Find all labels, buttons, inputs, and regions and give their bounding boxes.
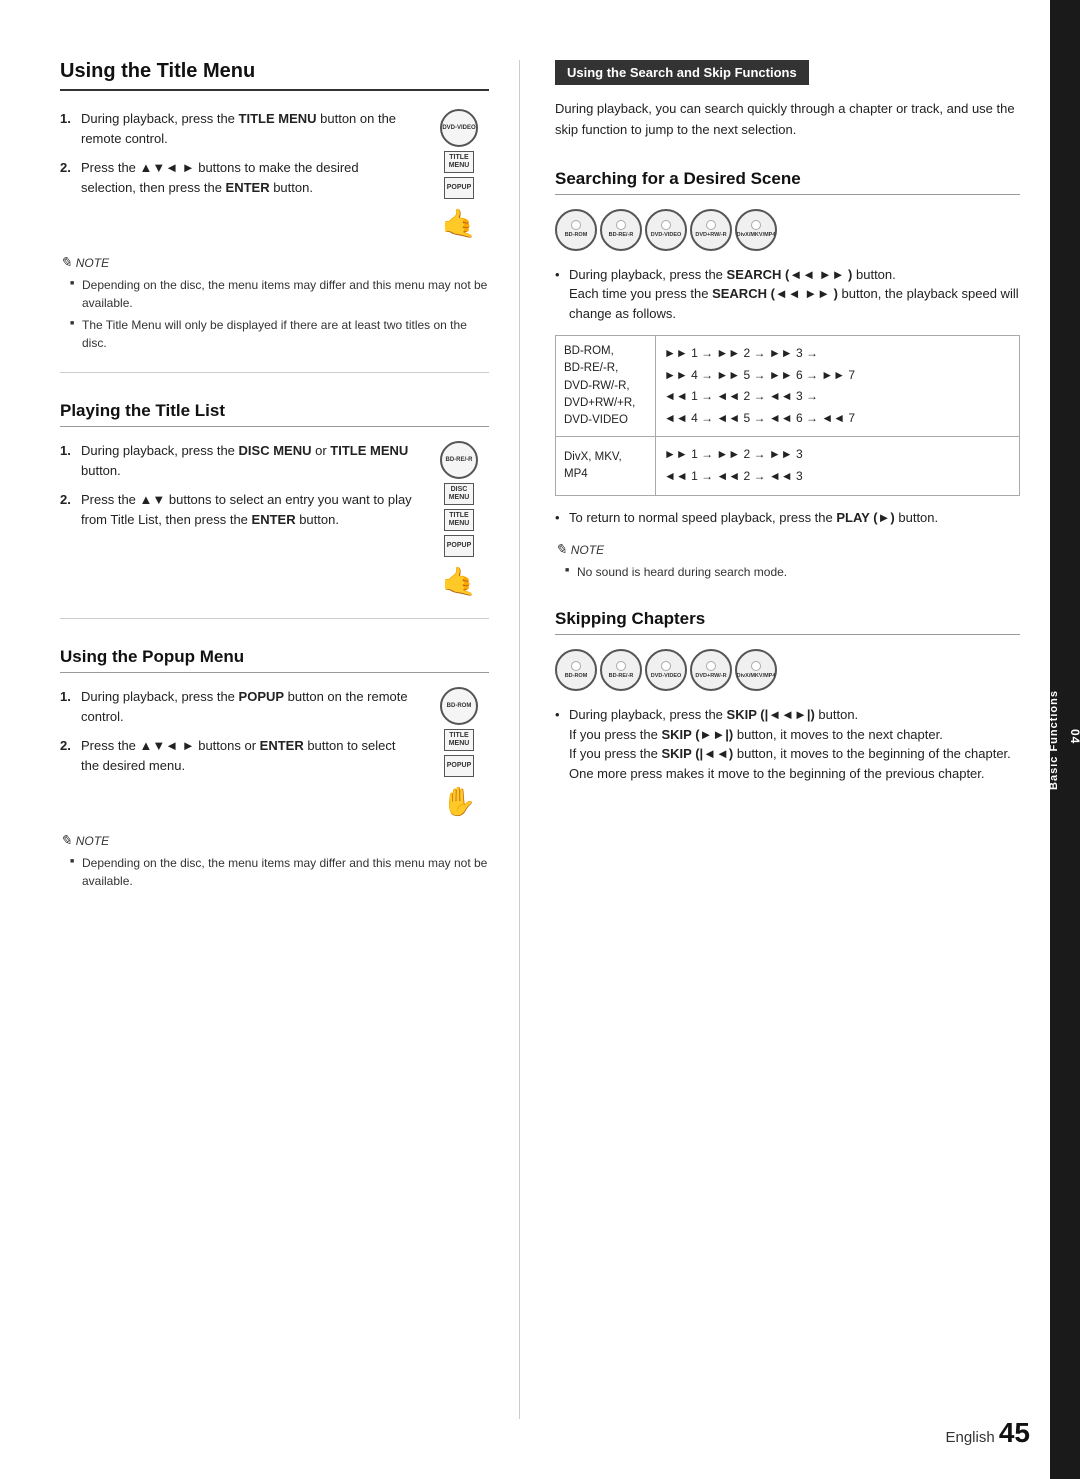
search-return-bullet: To return to normal speed playback, pres… (555, 508, 1020, 528)
title-menu-btn: TITLE MENU (444, 151, 474, 173)
title-menu-text: 1. During playback, press the TITLE MENU… (60, 109, 415, 211)
title-list-text: 1. During playback, press the DISC MENU … (60, 441, 415, 543)
popup-btn: POPUP (444, 177, 474, 199)
bd-rom-icon: BD-ROM (440, 687, 478, 725)
table-cell-label-1: BD-ROM,BD-RE/-R,DVD-RW/-R,DVD+RW/+R,DVD-… (556, 336, 656, 437)
title-list-content: 1. During playback, press the DISC MENU … (60, 441, 489, 598)
page-container: Using the Title Menu 1. During playback,… (0, 0, 1080, 1479)
disc-bd-re-r: BD-RE/-R (600, 209, 642, 251)
step-2: 2. Press the ▲▼◄ ► buttons to make the d… (60, 158, 415, 197)
side-tab-content: 04 Basic Functions (1048, 690, 1080, 790)
note-list-2: Depending on the disc, the menu items ma… (60, 854, 489, 890)
step-2: 2. Press the ▲▼◄ ► buttons or ENTER butt… (60, 736, 415, 775)
note-item-1: Depending on the disc, the menu items ma… (70, 276, 489, 312)
note-list: Depending on the disc, the menu items ma… (60, 276, 489, 352)
popup-menu-text: 1. During playback, press the POPUP butt… (60, 687, 415, 789)
section-title-list: Playing the Title List 1. During playbac… (60, 401, 489, 598)
disc-menu-btn: DISC MENU (444, 483, 474, 505)
section-searching: Searching for a Desired Scene BD-ROM BD-… (555, 169, 1020, 582)
search-note-label: NOTE (555, 541, 1020, 558)
title-list-steps: 1. During playback, press the DISC MENU … (60, 441, 415, 529)
page-footer: English 45 (945, 1417, 1030, 1449)
disc-bd-rom: BD-ROM (555, 209, 597, 251)
page-number: 45 (999, 1417, 1030, 1448)
skip-disc-icons: BD-ROM BD-RE/-R DVD-VIDEO DVD+RW/-R (555, 649, 1020, 691)
title-menu-content: 1. During playback, press the TITLE MENU… (60, 109, 489, 240)
title-menu-note: NOTE Depending on the disc, the menu ite… (60, 254, 489, 352)
disc-divx: DivX/MKV/MP4 (735, 209, 777, 251)
popup-menu-icons: BD-ROM TITLE MENU POPUP ✋ (429, 687, 489, 818)
table-row-2: DivX, MKV, MP4 ►► 1 → ►► 2 → ►► 3 ◄◄ 1 →… (556, 437, 1020, 495)
note-item-2: The Title Menu will only be displayed if… (70, 316, 489, 352)
popup-menu-content: 1. During playback, press the POPUP butt… (60, 687, 489, 818)
table-cell-value-1: ►► 1 → ►► 2 → ►► 3 → ►► 4 → ►► 5 → ►► 6 … (656, 336, 1020, 437)
popup-btn2: POPUP (444, 535, 474, 557)
step-1: 1. During playback, press the POPUP butt… (60, 687, 415, 726)
skip-disc-bd-rom: BD-ROM (555, 649, 597, 691)
search-bullet-1: During playback, press the SEARCH (◄◄ ►►… (555, 265, 1020, 324)
popup-btn3: POPUP (444, 755, 474, 777)
language-label: English (945, 1429, 994, 1446)
skip-disc-divx: DivX/MKV/MP4 (735, 649, 777, 691)
section-popup-menu: Using the Popup Menu 1. During playback,… (60, 647, 489, 890)
search-note: NOTE No sound is heard during search mod… (555, 541, 1020, 581)
title-menu-icons: DVD-VIDEO TITLE MENU POPUP 🤙 (429, 109, 489, 240)
chapter-title: Basic Functions (1048, 690, 1060, 790)
chapter-number: 04 (1068, 729, 1080, 744)
title-menu-btn3: TITLE MENU (444, 729, 474, 751)
main-content: Using the Title Menu 1. During playback,… (0, 0, 1050, 1479)
title-list-icons: BD-RE/-R DISC MENU TITLE MENU POPUP 🤙 (429, 441, 489, 598)
skip-bullets: During playback, press the SKIP (|◄◄►|) … (555, 705, 1020, 783)
title-menu-heading: Using the Title Menu (60, 60, 489, 91)
title-menu-steps: 1. During playback, press the TITLE MENU… (60, 109, 415, 197)
note-item-3: Depending on the disc, the menu items ma… (70, 854, 489, 890)
popup-menu-steps: 1. During playback, press the POPUP butt… (60, 687, 415, 775)
search-disc-icons: BD-ROM BD-RE/-R DVD-VIDEO DVD+RW/-R (555, 209, 1020, 251)
side-tab: 04 Basic Functions (1050, 0, 1080, 1479)
left-column: Using the Title Menu 1. During playback,… (60, 60, 520, 1419)
note-label: NOTE (60, 254, 489, 271)
popup-menu-note: NOTE Depending on the disc, the menu ite… (60, 832, 489, 890)
right-intro: During playback, you can search quickly … (555, 99, 1020, 141)
dvd-video-icon: DVD-VIDEO (440, 109, 478, 147)
search-bullets: During playback, press the SEARCH (◄◄ ►►… (555, 265, 1020, 324)
search-note-item: No sound is heard during search mode. (565, 563, 1020, 581)
table-cell-value-2: ►► 1 → ►► 2 → ►► 3 ◄◄ 1 → ◄◄ 2 → ◄◄ 3 (656, 437, 1020, 495)
bd-re-r-icon: BD-RE/-R (440, 441, 478, 479)
skip-disc-bd-re-r: BD-RE/-R (600, 649, 642, 691)
popup-menu-heading: Using the Popup Menu (60, 647, 489, 673)
hand-icon-3: ✋ (442, 785, 477, 818)
disc-dvdrw: DVD+RW/-R (690, 209, 732, 251)
search-note-list: No sound is heard during search mode. (555, 563, 1020, 581)
right-header-box: Using the Search and Skip Functions (555, 60, 809, 85)
step-1: 1. During playback, press the TITLE MENU… (60, 109, 415, 148)
skip-disc-dvdrw: DVD+RW/-R (690, 649, 732, 691)
hand-icon-2: 🤙 (442, 565, 477, 598)
disc-dvd-video: DVD-VIDEO (645, 209, 687, 251)
table-row-1: BD-ROM,BD-RE/-R,DVD-RW/-R,DVD+RW/+R,DVD-… (556, 336, 1020, 437)
skipping-heading: Skipping Chapters (555, 609, 1020, 635)
title-menu-btn2: TITLE MENU (444, 509, 474, 531)
search-speed-table: BD-ROM,BD-RE/-R,DVD-RW/-R,DVD+RW/+R,DVD-… (555, 335, 1020, 496)
title-list-heading: Playing the Title List (60, 401, 489, 427)
table-cell-label-2: DivX, MKV, MP4 (556, 437, 656, 495)
skip-bullet-1: During playback, press the SKIP (|◄◄►|) … (555, 705, 1020, 783)
right-column: Using the Search and Skip Functions Duri… (520, 60, 1020, 1419)
searching-heading: Searching for a Desired Scene (555, 169, 1020, 195)
note-label-2: NOTE (60, 832, 489, 849)
skip-disc-dvd-video: DVD-VIDEO (645, 649, 687, 691)
section-skipping: Skipping Chapters BD-ROM BD-RE/-R DVD-VI… (555, 609, 1020, 783)
section-title-menu: Using the Title Menu 1. During playback,… (60, 60, 489, 352)
hand-icon: 🤙 (442, 207, 477, 240)
step-1: 1. During playback, press the DISC MENU … (60, 441, 415, 480)
search-return: To return to normal speed playback, pres… (555, 508, 1020, 528)
step-2: 2. Press the ▲▼ buttons to select an ent… (60, 490, 415, 529)
